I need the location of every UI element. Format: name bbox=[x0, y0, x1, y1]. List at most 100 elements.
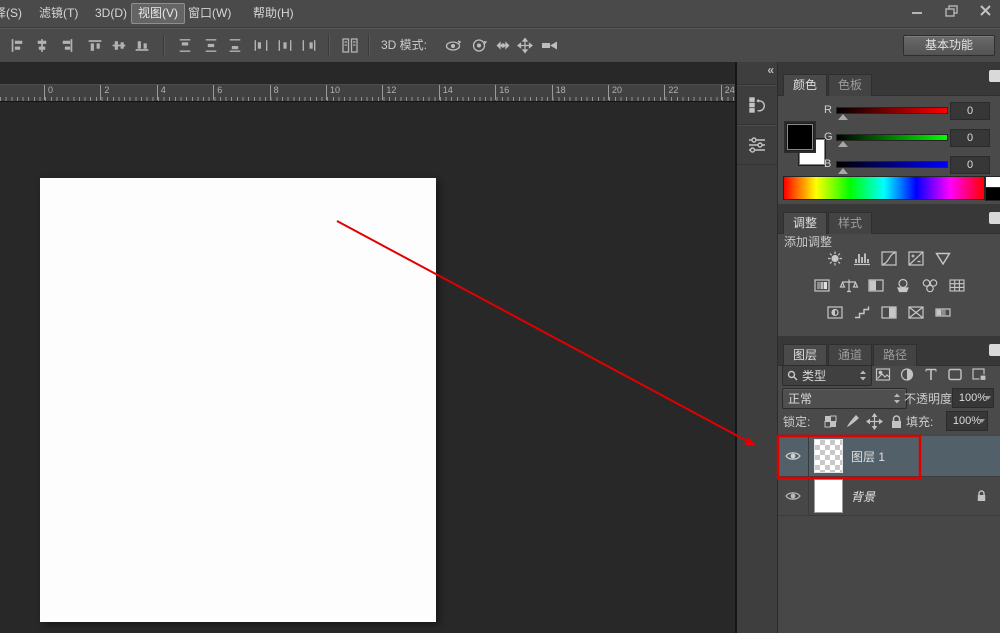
distribute-left-icon[interactable] bbox=[252, 37, 270, 54]
lock-position-icon[interactable] bbox=[866, 413, 883, 430]
blue-slider[interactable] bbox=[836, 161, 948, 168]
distribute-right-icon[interactable] bbox=[300, 37, 318, 54]
spectrum-black-swatch[interactable] bbox=[985, 187, 1000, 201]
green-slider[interactable] bbox=[836, 134, 948, 141]
lock-transparent-icon[interactable] bbox=[822, 413, 839, 430]
options-separator bbox=[368, 35, 370, 56]
layer-row-background[interactable]: 背景 bbox=[778, 476, 1000, 516]
invert-icon[interactable] bbox=[824, 304, 846, 321]
threshold-icon[interactable] bbox=[878, 304, 900, 321]
distribute-middle-icon[interactable] bbox=[202, 37, 220, 54]
visibility-toggle[interactable] bbox=[778, 476, 809, 515]
right-panel-column: 颜色 色板 R 0 G 0 bbox=[778, 62, 1000, 633]
color-spectrum-ramp[interactable] bbox=[783, 176, 985, 200]
eye-icon bbox=[785, 490, 801, 502]
3d-rotate-icon[interactable] bbox=[443, 37, 463, 54]
layer-name[interactable]: 图层 1 bbox=[851, 448, 885, 465]
align-middle-icon[interactable] bbox=[110, 37, 128, 54]
red-slider-thumb[interactable] bbox=[838, 114, 848, 120]
background-lock-icon bbox=[975, 489, 988, 503]
posterize-icon[interactable] bbox=[851, 304, 873, 321]
minimize-button[interactable] bbox=[908, 4, 926, 18]
curves-icon[interactable] bbox=[878, 250, 900, 267]
menu-filter[interactable]: 滤镜(T) bbox=[33, 0, 84, 27]
align-bottom-icon[interactable] bbox=[133, 37, 151, 54]
blend-mode-select[interactable]: 正常 bbox=[782, 388, 907, 409]
menu-3d[interactable]: 3D(D) bbox=[89, 0, 133, 27]
history-panel-button[interactable] bbox=[737, 84, 777, 125]
horizontal-ruler[interactable]: 024681012141618202224 bbox=[0, 84, 735, 102]
green-value-field[interactable]: 0 bbox=[950, 129, 990, 147]
menu-help[interactable]: 帮助(H) bbox=[247, 0, 300, 27]
history-icon bbox=[746, 94, 768, 116]
menu-view[interactable]: 视图(V) bbox=[131, 3, 185, 24]
3d-scale-icon[interactable] bbox=[540, 37, 560, 54]
panel-menu-icon[interactable] bbox=[989, 70, 1000, 82]
adjustments-panel: 调整 样式 添加调整 bbox=[778, 204, 1000, 336]
workspace-switcher-button[interactable]: 基本功能 bbox=[903, 35, 995, 56]
color-lookup-icon[interactable] bbox=[946, 277, 968, 294]
blue-slider-thumb[interactable] bbox=[838, 168, 848, 174]
red-channel-label: R bbox=[824, 104, 832, 116]
3d-drag-icon[interactable] bbox=[494, 37, 512, 54]
type-layer-filter-icon[interactable] bbox=[922, 366, 940, 383]
layer-row-layer1[interactable]: 图层 1 bbox=[778, 436, 1000, 477]
shape-layer-filter-icon[interactable] bbox=[946, 366, 964, 383]
green-channel-row: G 0 bbox=[778, 129, 1000, 147]
panel-menu-icon[interactable] bbox=[989, 344, 1000, 356]
align-left-icon[interactable] bbox=[8, 37, 26, 54]
exposure-icon[interactable] bbox=[905, 250, 927, 267]
document-canvas[interactable] bbox=[40, 178, 436, 622]
adjustment-layer-filter-icon[interactable] bbox=[898, 366, 916, 383]
photo-filter-icon[interactable] bbox=[892, 277, 914, 294]
brightness-contrast-icon[interactable] bbox=[824, 250, 846, 267]
properties-icon bbox=[746, 134, 768, 156]
visibility-toggle[interactable] bbox=[778, 436, 809, 476]
blend-mode-value: 正常 bbox=[788, 390, 893, 407]
levels-icon[interactable] bbox=[851, 250, 873, 267]
pixel-layer-filter-icon[interactable] bbox=[874, 366, 892, 383]
menu-window[interactable]: 窗口(W) bbox=[182, 0, 237, 27]
lock-pixels-icon[interactable] bbox=[844, 413, 861, 430]
distribute-center-icon[interactable] bbox=[276, 37, 294, 54]
fill-field[interactable]: 100% bbox=[946, 411, 988, 431]
lock-all-icon[interactable] bbox=[888, 413, 905, 430]
vibrance-icon[interactable] bbox=[932, 250, 954, 267]
distribute-bottom-icon[interactable] bbox=[226, 37, 244, 54]
layer-filter-kind-select[interactable]: 类型 bbox=[782, 365, 872, 386]
3d-roll-icon[interactable] bbox=[470, 37, 488, 54]
ruler-label: 4 bbox=[157, 85, 166, 100]
window-controls bbox=[908, 4, 994, 18]
red-value-field[interactable]: 0 bbox=[950, 102, 990, 120]
layer-name[interactable]: 背景 bbox=[851, 488, 875, 505]
color-balance-icon[interactable] bbox=[838, 277, 860, 294]
panel-menu-icon[interactable] bbox=[989, 212, 1000, 224]
ruler-label: 14 bbox=[439, 85, 453, 100]
channel-mixer-icon[interactable] bbox=[919, 277, 941, 294]
layer-thumbnail[interactable] bbox=[815, 440, 842, 472]
selective-color-icon[interactable] bbox=[905, 304, 927, 321]
distribute-top-icon[interactable] bbox=[176, 37, 194, 54]
align-right-icon[interactable] bbox=[58, 37, 76, 54]
close-button[interactable] bbox=[976, 4, 994, 18]
properties-panel-button[interactable] bbox=[737, 124, 777, 165]
blue-value-field[interactable]: 0 bbox=[950, 156, 990, 174]
align-center-h-icon[interactable] bbox=[33, 37, 51, 54]
green-slider-thumb[interactable] bbox=[838, 141, 848, 147]
hue-saturation-icon[interactable] bbox=[811, 277, 833, 294]
black-white-icon[interactable] bbox=[865, 277, 887, 294]
3d-slide-icon[interactable] bbox=[516, 37, 534, 54]
menu-select[interactable]: 择(S) bbox=[0, 0, 28, 27]
layers-content: 类型 正常 不透明度: 100% bbox=[778, 362, 1000, 633]
color-panel-content: R 0 G 0 B 0 bbox=[778, 90, 1000, 204]
adjustments-content: 添加调整 bbox=[778, 230, 1000, 336]
3d-panel-icon[interactable] bbox=[340, 37, 360, 54]
restore-button[interactable] bbox=[942, 4, 960, 18]
align-top-icon[interactable] bbox=[86, 37, 104, 54]
smart-object-filter-icon[interactable] bbox=[970, 366, 988, 383]
layer-thumbnail[interactable] bbox=[815, 480, 842, 512]
gradient-map-icon[interactable] bbox=[932, 304, 954, 321]
opacity-field[interactable]: 100% bbox=[952, 388, 994, 408]
red-slider[interactable] bbox=[836, 107, 948, 114]
expand-panels-button[interactable]: « bbox=[767, 63, 773, 77]
